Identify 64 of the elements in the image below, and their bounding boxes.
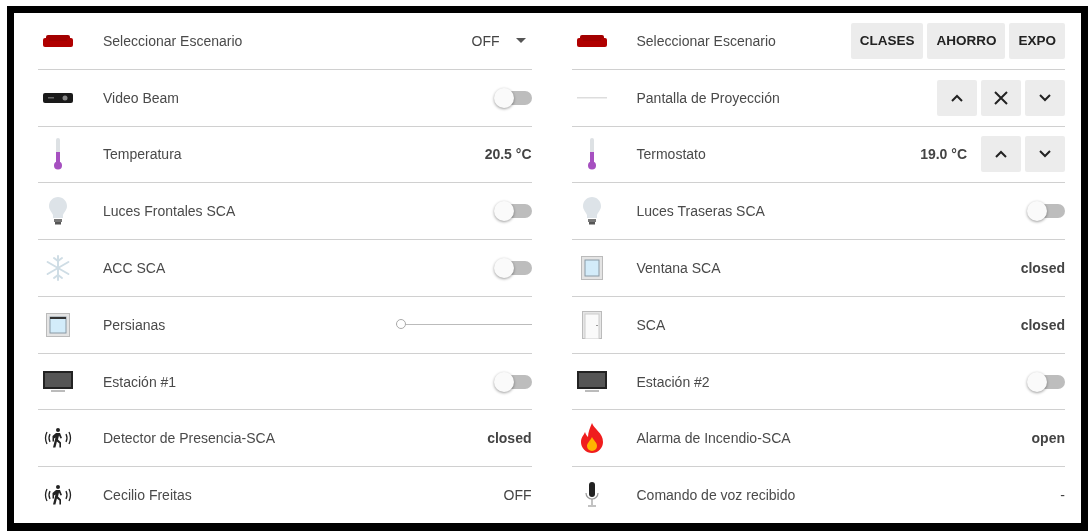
entity-label: ACC SCA: [103, 260, 167, 276]
state-value: -: [1060, 487, 1065, 504]
entity-label: Alarma de Incendio-SCA: [636, 430, 792, 447]
thermometer-icon: [586, 138, 597, 171]
entity-label: Persianas: [103, 316, 167, 333]
projector-icon: [43, 91, 73, 104]
entity-label: Ventana SCA: [636, 260, 722, 276]
entity-label: Video Beam: [103, 89, 180, 106]
entity-label: Luces Traseras SCA: [636, 203, 766, 220]
door-icon: [581, 310, 602, 339]
toggle-switch[interactable]: [495, 90, 532, 105]
entity-label: Luces Frontales SCA: [103, 203, 237, 220]
lightbulb-icon: [49, 197, 67, 226]
chevron-down-icon: [1039, 150, 1051, 159]
toggle-switch[interactable]: [495, 204, 532, 219]
entity-label: Estación #2: [636, 373, 711, 390]
toggle-switch[interactable]: [1029, 374, 1065, 389]
entity-label: Termostato: [636, 146, 707, 163]
walking-person-icon: [43, 484, 73, 507]
entity-label: Estación #1: [103, 373, 178, 390]
entity-label: Pantalla de Proyección: [636, 89, 781, 106]
entity-label: Cecilio Freitas: [103, 487, 193, 504]
scene-button[interactable]: AHORRO: [927, 22, 1006, 59]
state-value: 20.5 °C: [484, 146, 532, 163]
window-icon: [580, 256, 603, 280]
toggle-switch[interactable]: [1029, 204, 1065, 219]
close-icon: [994, 90, 1008, 105]
caret-icon: [515, 38, 526, 44]
toggle-switch[interactable]: [495, 261, 532, 275]
sofa-icon: [43, 33, 73, 48]
scene-button[interactable]: EXPO: [1009, 22, 1065, 59]
monitor-icon: [43, 370, 73, 393]
chevron-up-icon: [951, 93, 963, 102]
chevron-down-icon: [1039, 93, 1051, 102]
state-value: closed: [1020, 260, 1065, 276]
thermometer-icon: [53, 138, 63, 171]
state-value: closed: [1020, 316, 1065, 333]
window-icon: [46, 312, 70, 337]
state-value: open: [1031, 430, 1065, 447]
up-button[interactable]: [981, 136, 1021, 173]
down-button[interactable]: [1025, 136, 1065, 173]
state-value: OFF: [503, 487, 532, 504]
scene-button[interactable]: CLASES: [850, 22, 924, 59]
snowflake-icon: [45, 255, 71, 281]
chevron-up-icon: [995, 150, 1007, 159]
entity-label: Comando de voz recibido: [636, 487, 797, 504]
walking-person-icon: [43, 427, 73, 450]
sofa-icon: [576, 33, 607, 48]
temperature-value: 19.0 °C: [920, 146, 967, 163]
entity-label: Temperatura: [103, 146, 183, 163]
line-icon: [576, 96, 607, 99]
entity-label: Seleccionar Escenario: [636, 32, 777, 49]
lightbulb-icon: [582, 197, 601, 226]
entity-label: Detector de Presencia-SCA: [103, 430, 276, 447]
fire-icon: [580, 423, 603, 454]
monitor-icon: [576, 370, 607, 393]
entity-label: Seleccionar Escenario: [103, 32, 244, 49]
microphone-icon: [583, 482, 600, 509]
toggle-switch[interactable]: [495, 374, 532, 389]
stop-button[interactable]: [981, 79, 1021, 116]
entity-label: SCA: [636, 316, 667, 333]
scene-dropdown[interactable]: OFF: [471, 32, 532, 49]
state-value: closed: [487, 430, 532, 447]
slider[interactable]: [395, 318, 532, 331]
